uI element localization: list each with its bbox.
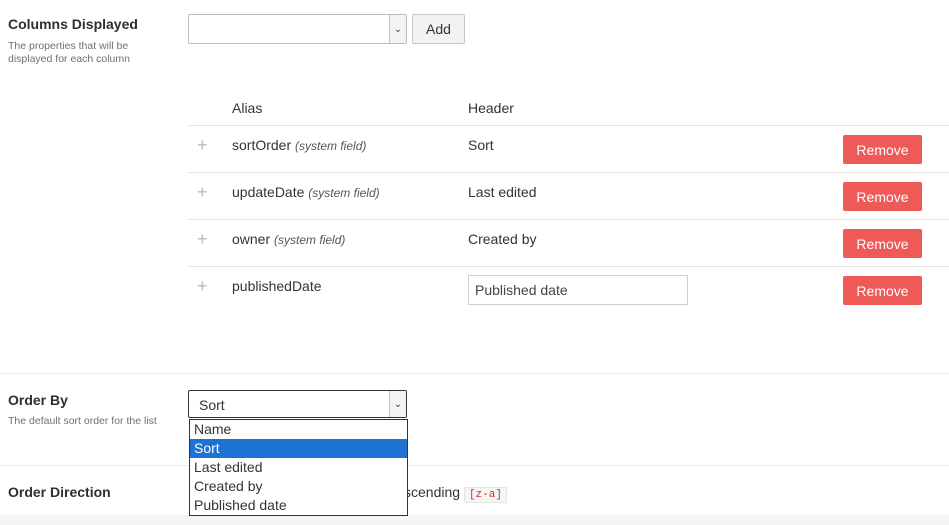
chevron-down-icon: ⌄ xyxy=(389,391,406,417)
drag-handle-icon[interactable]: + xyxy=(197,277,208,295)
drag-handle-icon[interactable]: + xyxy=(197,230,208,248)
dropdown-option[interactable]: Name xyxy=(190,420,407,439)
remove-button[interactable]: Remove xyxy=(843,229,922,258)
remove-button[interactable]: Remove xyxy=(843,182,922,211)
order-direction-option-label: scending xyxy=(404,484,461,500)
section-divider xyxy=(0,373,949,374)
table-row-alias: owner (system field) xyxy=(232,231,346,247)
remove-button[interactable]: Remove xyxy=(843,276,922,305)
columns-displayed-label: Columns Displayed xyxy=(8,16,138,32)
order-by-description: The default sort order for the list xyxy=(8,415,157,427)
header-input[interactable]: Published date xyxy=(468,275,688,305)
dropdown-option[interactable]: Last edited xyxy=(190,458,407,477)
order-by-selected-value: Sort xyxy=(199,397,225,413)
order-by-dropdown-list[interactable]: Name Sort Last edited Created by Publish… xyxy=(189,419,408,516)
dropdown-option[interactable]: Created by xyxy=(190,477,407,496)
table-divider xyxy=(188,125,949,126)
section-divider xyxy=(0,465,949,466)
order-direction-label: Order Direction xyxy=(8,484,111,500)
order-direction-option[interactable]: scending [z-a] xyxy=(404,484,507,503)
table-row-header: Sort xyxy=(468,137,494,153)
order-by-label: Order By xyxy=(8,392,68,408)
dropdown-option-selected[interactable]: Sort xyxy=(190,439,407,458)
table-row-header: Created by xyxy=(468,231,537,247)
table-row-alias: sortOrder (system field) xyxy=(232,137,367,153)
table-divider xyxy=(188,172,949,173)
table-divider xyxy=(188,266,949,267)
table-divider xyxy=(188,219,949,220)
order-direction-code: [z-a] xyxy=(463,487,507,503)
dropdown-option[interactable]: Published date xyxy=(190,496,407,515)
columns-displayed-description: The properties that will be displayed fo… xyxy=(8,40,130,65)
table-row-header: Last edited xyxy=(468,184,537,200)
alias-column-header: Alias xyxy=(232,100,263,116)
drag-handle-icon[interactable]: + xyxy=(197,136,208,154)
add-column-button[interactable]: Add xyxy=(412,14,465,44)
columns-select[interactable]: ⌄ xyxy=(188,14,407,44)
order-by-select[interactable]: Sort ⌄ xyxy=(188,390,407,418)
chevron-down-icon: ⌄ xyxy=(389,15,406,43)
table-row-alias: updateDate (system field) xyxy=(232,184,380,200)
table-row-alias: publishedDate xyxy=(232,278,322,294)
remove-button[interactable]: Remove xyxy=(843,135,922,164)
header-column-header: Header xyxy=(468,100,514,116)
drag-handle-icon[interactable]: + xyxy=(197,183,208,201)
footer-bar xyxy=(0,515,949,525)
